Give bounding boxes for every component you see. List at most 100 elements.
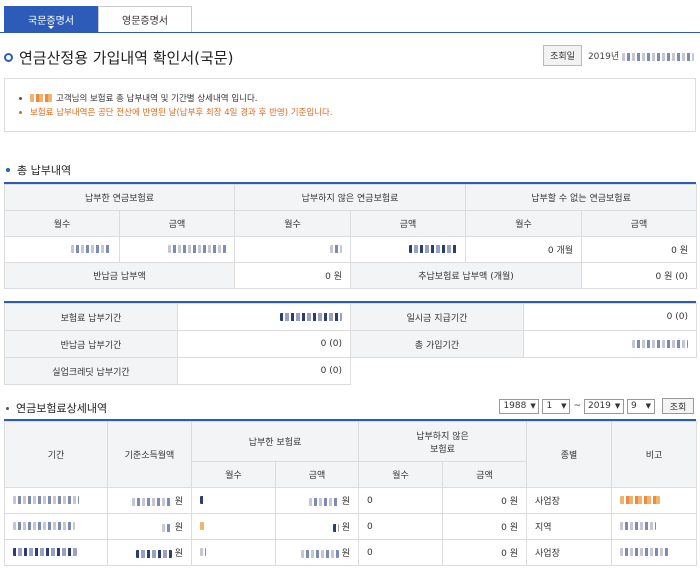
period-filter: 1988 ▼ 1 ▼ ~ 2019 ▼ 9 ▼ 조회 xyxy=(499,398,694,414)
tab-korean-label: 국문증명서 xyxy=(28,15,74,27)
range-tilde: ~ xyxy=(573,401,581,411)
header-amount: 금액 xyxy=(274,461,360,488)
premium-period-label: 보험료 납부기간 xyxy=(4,303,178,331)
tab-english-label: 영문증명서 xyxy=(122,16,168,27)
notice-line: 보험료 납부내역은 공단 전산에 반영된 날(납부후 최장 4일 경과 후 반영… xyxy=(19,105,681,119)
notice-text-1: 고객님의 보험료 총 납부내역 및 기간별 상세내역 입니다. xyxy=(56,94,258,104)
table-row: 원 원 0 0 원 사업장 xyxy=(4,539,698,566)
from-month-select[interactable]: 1 ▼ xyxy=(542,398,571,414)
periods-table: 보험료 납부기간 일시금 지급기간 0 (0) 반납금 납부기간 0 (0) 총… xyxy=(4,303,697,385)
header-type: 종별 xyxy=(526,421,613,488)
header-paid: 납부한 연금보험료 xyxy=(3,184,236,211)
unpaid-months-cell: 0 xyxy=(358,539,444,566)
unpaid-amount-cell xyxy=(350,236,467,263)
bullet-icon xyxy=(19,96,22,100)
unpaid-amount-cell: 0 원 xyxy=(442,539,528,566)
unpaid-months-cell: 0 xyxy=(358,487,444,514)
header-unpaid: 납부하지 않은 연금보험료 xyxy=(234,184,467,211)
type-cell: 지역 xyxy=(526,513,613,540)
income-cell: 원 xyxy=(107,513,192,540)
title-circle-icon xyxy=(4,53,13,62)
empty-cell xyxy=(350,357,697,385)
tab-korean-certificate[interactable]: 국문증명서 xyxy=(4,6,98,32)
unpaid-amount-cell: 0 원 xyxy=(442,513,528,540)
header-income: 기준소득월액 xyxy=(107,421,192,488)
header-months: 월수 xyxy=(465,210,583,237)
summary-table: 납부한 연금보험료 납부하지 않은 연금보험료 납부할 수 없는 연금보험료 월… xyxy=(3,184,698,289)
certificate-tabs: 국문증명서 영문증명서 xyxy=(4,6,192,32)
to-month-select[interactable]: 9 ▼ xyxy=(627,398,655,414)
header-months: 월수 xyxy=(234,210,352,237)
paid-months-cell xyxy=(191,539,276,566)
refund-period-label: 반납금 납부기간 xyxy=(4,330,178,358)
bullet-icon xyxy=(6,168,10,172)
extra-premium-value: 0 원 (0) xyxy=(581,262,698,289)
total-period-value xyxy=(523,330,697,358)
page-title: 연금산정용 가입내역 확인서(국문) xyxy=(4,47,233,68)
period-cell xyxy=(4,539,108,566)
customer-name-masked xyxy=(30,94,52,102)
chevron-down-icon: ▼ xyxy=(645,402,651,410)
header-amount: 금액 xyxy=(118,210,236,237)
to-year-select[interactable]: 2019 ▼ xyxy=(584,398,624,414)
paid-months-cell xyxy=(191,513,276,540)
chevron-down-icon: ▼ xyxy=(530,402,536,410)
paid-amount-cell xyxy=(118,236,236,263)
header-note: 비고 xyxy=(611,421,698,488)
inquiry-date: 조회일 2019년 xyxy=(543,45,694,66)
paid-months-cell xyxy=(4,236,120,263)
unemployment-credit-value: 0 (0) xyxy=(177,357,351,385)
section-heading-detail: 연금보험료상세내역 xyxy=(6,400,107,416)
chevron-down-icon: ▼ xyxy=(561,402,567,410)
chevron-down-icon: ▼ xyxy=(614,402,621,410)
header-amount: 금액 xyxy=(581,210,698,237)
header-paid-premium: 납부한 보험료 xyxy=(190,421,360,462)
section-heading-text: 연금보험료상세내역 xyxy=(16,402,108,415)
extra-premium-label: 추납보험료 납부액 (개월) xyxy=(350,262,583,289)
header-months: 월수 xyxy=(4,210,120,237)
caret-down-icon xyxy=(48,26,54,29)
paid-amount-cell: 원 xyxy=(274,539,360,566)
total-period-label: 총 가입기간 xyxy=(350,330,524,358)
notice-box: 고객님의 보험료 총 납부내역 및 기간별 상세내역 입니다. 보험료 납부내역… xyxy=(4,78,696,132)
header-period: 기간 xyxy=(4,421,108,488)
unpaid-months-cell: 0 xyxy=(358,513,444,540)
refund-label: 반납금 납부액 xyxy=(3,262,236,289)
header-unpayable: 납부할 수 없는 연금보험료 xyxy=(465,184,698,211)
header-unpaid-premium: 납부하지 않은 보험료 xyxy=(358,421,528,462)
from-year-select[interactable]: 1988 ▼ xyxy=(499,398,540,414)
section-heading-summary: 총 납부내역 xyxy=(6,162,71,178)
premium-period-value xyxy=(177,303,351,331)
notice-text-2: 보험료 납부내역은 공단 전산에 반영된 날(납부후 최장 4일 경과 후 반영… xyxy=(30,108,333,118)
tab-english-certificate[interactable]: 영문증명서 xyxy=(98,6,192,32)
section-heading-text: 총 납부내역 xyxy=(17,164,72,177)
refund-period-value: 0 (0) xyxy=(177,330,351,358)
unpaid-months-cell xyxy=(234,236,352,263)
lump-period-value: 0 (0) xyxy=(523,303,697,331)
lump-period-label: 일시금 지급기간 xyxy=(350,303,524,331)
header-months: 월수 xyxy=(358,461,444,488)
bullet-icon xyxy=(6,406,9,410)
header-amount: 금액 xyxy=(442,461,528,488)
table-row: 원 원 0 0 원 사업장 xyxy=(4,487,698,514)
note-cell xyxy=(611,487,698,514)
bullet-icon xyxy=(19,110,22,114)
header-amount: 금액 xyxy=(350,210,467,237)
paid-amount-cell: 원 xyxy=(274,513,360,540)
page-title-text: 연금산정용 가입내역 확인서(국문) xyxy=(19,49,234,67)
unemployment-credit-label: 실업크레딧 납부기간 xyxy=(4,357,178,385)
tab-divider xyxy=(0,32,700,33)
note-cell xyxy=(611,539,698,566)
income-cell: 원 xyxy=(107,539,192,566)
table-row: 원 원 0 0 원 지역 xyxy=(4,513,698,540)
header-months: 월수 xyxy=(191,461,276,488)
income-cell: 원 xyxy=(107,487,192,514)
inquiry-date-badge: 조회일 xyxy=(543,45,582,66)
notice-line: 고객님의 보험료 총 납부내역 및 기간별 상세내역 입니다. xyxy=(19,91,681,105)
paid-months-cell xyxy=(191,487,276,514)
unpayable-amount-cell: 0 원 xyxy=(581,236,698,263)
inquiry-date-value: 2019년 xyxy=(588,49,694,62)
paid-amount-cell: 원 xyxy=(274,487,360,514)
search-button[interactable]: 조회 xyxy=(662,398,694,414)
period-cell xyxy=(4,487,108,514)
